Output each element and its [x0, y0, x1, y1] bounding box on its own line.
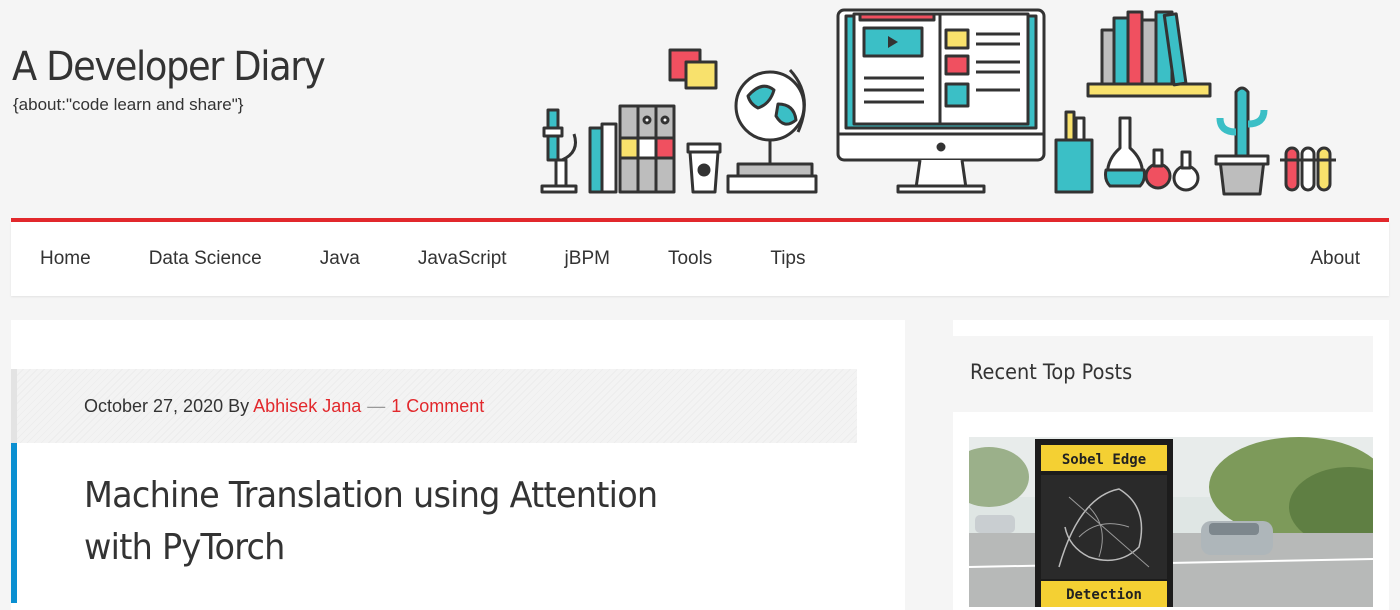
post-author-link[interactable]: Abhisek Jana	[253, 396, 361, 416]
thumbnail-sign-bottom: Detection	[1066, 587, 1142, 603]
nav-item-tips[interactable]: Tips	[741, 248, 834, 270]
meta-separator: —	[367, 396, 386, 416]
sidebar-widget-title: Recent Top Posts	[970, 360, 1133, 384]
nav-item-java[interactable]: Java	[291, 248, 389, 270]
nav-item-jbpm[interactable]: jBPM	[536, 248, 639, 270]
post-title[interactable]: Machine Translation using Attention with…	[84, 470, 735, 574]
post-date: October 27, 2020	[84, 396, 224, 416]
site-tagline: {about:"code learn and share"}	[13, 95, 244, 114]
microscope-icon	[540, 108, 578, 194]
bookshelf-icon	[1086, 10, 1212, 98]
nav-item-data-science[interactable]: Data Science	[120, 248, 291, 270]
post-meta: October 27, 2020 By Abhisek Jana —1 Comme…	[11, 369, 857, 443]
books-icon	[588, 104, 676, 194]
coffee-cup-icon	[686, 142, 722, 194]
post-by: By	[228, 396, 250, 416]
header-illustration	[540, 8, 1336, 196]
sticky-notes-icon	[668, 48, 718, 90]
post-accent-bar	[11, 443, 17, 603]
post-comments-link[interactable]: 1 Comment	[391, 396, 484, 416]
thumbnail-sign-top: Sobel Edge	[1062, 452, 1146, 468]
main-navigation: Home Data Science Java JavaScript jBPM T…	[11, 222, 1389, 296]
nav-item-javascript[interactable]: JavaScript	[389, 248, 536, 270]
cactus-icon	[1214, 86, 1270, 196]
nav-item-tools[interactable]: Tools	[639, 248, 741, 270]
nav-item-home[interactable]: Home	[11, 248, 120, 270]
site-title[interactable]: A Developer Diary	[12, 44, 326, 90]
nav-item-about[interactable]: About	[1281, 248, 1389, 270]
test-tubes-icon	[1280, 146, 1336, 192]
pencil-cup-icon	[1054, 110, 1094, 194]
globe-icon	[726, 68, 818, 194]
recent-post-thumbnail[interactable]: Sobel Edge Detection	[969, 437, 1373, 607]
flask-icon	[1104, 116, 1200, 192]
monitor-icon	[836, 8, 1046, 194]
